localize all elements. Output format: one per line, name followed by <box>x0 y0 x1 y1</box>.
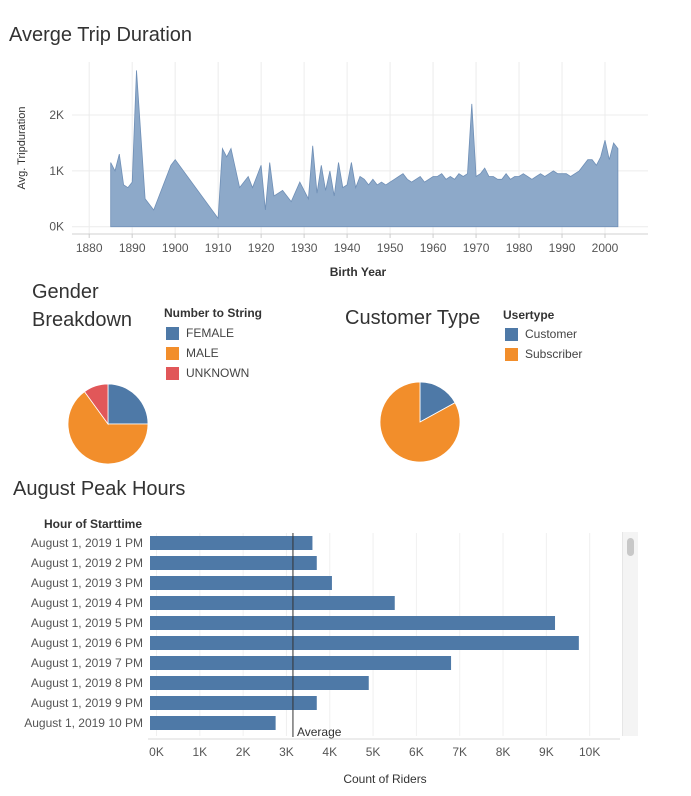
legend-item-unknown[interactable]: UNKNOWN <box>166 366 249 380</box>
bar <box>150 656 452 670</box>
bar <box>150 596 395 610</box>
bar <box>150 616 556 630</box>
x-axis-label: Birth Year <box>330 265 387 279</box>
legend-item-female[interactable]: FEMALE <box>166 326 234 340</box>
x-tick-label: 1970 <box>463 241 490 255</box>
legend-label-subscriber: Subscriber <box>525 347 583 361</box>
scrollbar-thumb[interactable] <box>627 538 634 556</box>
x-tick-label: 1910 <box>205 241 232 255</box>
category-label: August 1, 2019 5 PM <box>31 616 143 630</box>
x-tick-label: 7K <box>452 745 467 759</box>
legend-item-subscriber[interactable]: Subscriber <box>505 347 582 361</box>
x-tick-label: 1960 <box>420 241 447 255</box>
legend-label-female: FEMALE <box>186 326 235 340</box>
category-label: August 1, 2019 6 PM <box>31 636 143 650</box>
area-chart: 0K 1K 2K 1880 1890 1900 1910 1920 1930 1940 1950 19… <box>16 62 648 279</box>
y-tick-label: 0K <box>49 220 64 234</box>
legend-label-unknown: UNKNOWN <box>186 366 250 380</box>
category-label: August 1, 2019 4 PM <box>31 596 143 610</box>
x-tick-label: 1900 <box>162 241 189 255</box>
scrollbar-track[interactable] <box>622 532 638 736</box>
x-tick-label: 3K <box>279 745 294 759</box>
gender-title-line2: Breakdown <box>32 309 133 331</box>
x-tick-label: 1890 <box>119 241 146 255</box>
x-tick-label: 2000 <box>592 241 619 255</box>
x-tick-label: 8K <box>496 745 511 759</box>
gender-pie-chart <box>67 383 149 465</box>
bar <box>150 556 317 570</box>
bar <box>150 636 579 650</box>
x-tick-label: 1950 <box>377 241 404 255</box>
x-tick-label: 6K <box>409 745 424 759</box>
legend-label-male: MALE <box>186 346 219 360</box>
x-tick-label: 4K <box>322 745 337 759</box>
customer-title: Customer Type <box>345 307 481 329</box>
x-tick-label: 10K <box>579 745 600 759</box>
average-label: Average <box>297 725 342 739</box>
bar <box>150 716 276 730</box>
y-axis-label: Avg. Tripduration <box>16 107 28 190</box>
gender-legend-title: Number to String <box>164 306 262 320</box>
legend-swatch-female <box>166 326 179 340</box>
x-tick-label: 1K <box>192 745 207 759</box>
x-tick-label: 1880 <box>76 241 103 255</box>
legend-item-male[interactable]: MALE <box>166 346 219 360</box>
category-label: August 1, 2019 1 PM <box>31 536 143 550</box>
x-tick-label: 1940 <box>334 241 361 255</box>
x-tick-label: 1980 <box>506 241 533 255</box>
bar <box>150 696 317 710</box>
gender-slice-female <box>107 383 149 425</box>
area-series <box>110 70 619 228</box>
x-tick-label: 1920 <box>248 241 275 255</box>
category-label: August 1, 2019 3 PM <box>31 576 143 590</box>
bar-chart: August 1, 2019 1 PM August 1, 2019 2 PM Au… <box>24 533 620 786</box>
x-tick-label: 1990 <box>549 241 576 255</box>
y-tick-label: 2K <box>49 108 64 122</box>
bar-chart-title: August Peak Hours <box>13 478 186 500</box>
x-tick-label: 2K <box>236 745 251 759</box>
customer-legend-title: Usertype <box>503 308 555 322</box>
bar <box>150 676 369 690</box>
category-label: August 1, 2019 9 PM <box>31 696 143 710</box>
gender-title-line1: Gender <box>32 281 99 303</box>
legend-swatch-subscriber <box>505 347 518 361</box>
legend-swatch-male <box>166 346 179 360</box>
y-tick-label: 1K <box>49 164 64 178</box>
x-axis-label: Count of Riders <box>343 772 426 786</box>
x-tick-label: 1930 <box>291 241 318 255</box>
x-tick-label: 9K <box>539 745 554 759</box>
category-label: August 1, 2019 2 PM <box>31 556 143 570</box>
category-label: August 1, 2019 10 PM <box>24 716 143 730</box>
customer-pie-chart <box>379 381 461 463</box>
legend-item-customer[interactable]: Customer <box>505 327 577 341</box>
legend-swatch-customer <box>505 327 518 341</box>
category-label: August 1, 2019 8 PM <box>31 676 143 690</box>
bar <box>150 576 332 590</box>
x-tick-label: 5K <box>366 745 381 759</box>
category-label: August 1, 2019 7 PM <box>31 656 143 670</box>
x-tick-label: 0K <box>149 745 164 759</box>
bar <box>150 536 313 550</box>
legend-label-customer: Customer <box>525 327 578 341</box>
